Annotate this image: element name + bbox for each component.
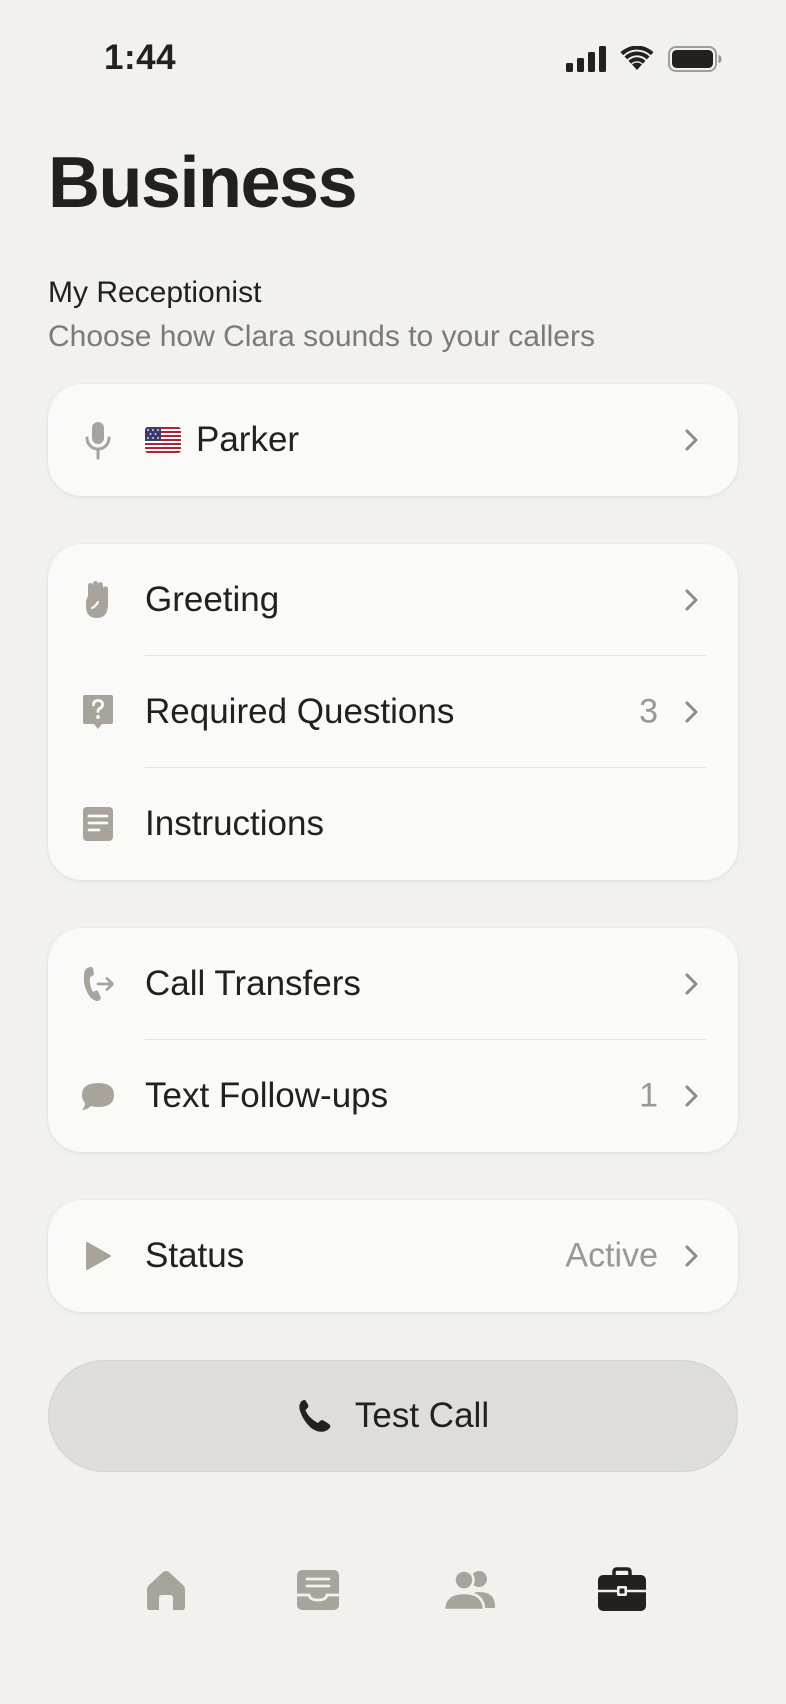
status-row[interactable]: Status Active: [48, 1200, 738, 1312]
document-icon: [78, 804, 118, 844]
voice-name: Parker: [196, 420, 300, 459]
test-call-label: Test Call: [354, 1396, 490, 1435]
tab-business[interactable]: [592, 1560, 652, 1620]
cellular-signal-icon: [566, 46, 606, 72]
greeting-label: Greeting: [145, 580, 280, 619]
call-transfers-label: Call Transfers: [145, 964, 361, 1003]
home-icon: [147, 1571, 185, 1610]
test-call-button[interactable]: Test Call: [48, 1360, 738, 1472]
greeting-row[interactable]: Greeting: [48, 544, 738, 656]
chevron-right-icon: [685, 973, 698, 995]
receptionist-section-subtitle: Choose how Clara sounds to your callers: [48, 320, 595, 353]
hand-wave-icon: [78, 580, 118, 620]
communications-card: Call Transfers Text Follow-ups 1: [48, 928, 738, 1152]
status-card: Status Active: [48, 1200, 738, 1312]
chevron-right-icon: [685, 429, 698, 451]
play-icon: [78, 1236, 118, 1276]
receptionist-section-title: My Receptionist: [48, 276, 262, 309]
status-time: 1:44: [104, 38, 177, 77]
chevron-right-icon: [685, 701, 698, 723]
call-transfer-icon: [78, 964, 118, 1004]
tab-bar: [0, 1560, 786, 1640]
text-followups-count: 1: [639, 1076, 658, 1115]
chevron-right-icon: [685, 1085, 698, 1107]
question-bubble-icon: [78, 692, 118, 732]
wifi-icon: [620, 46, 654, 70]
chat-bubble-icon: [78, 1076, 118, 1116]
inbox-icon: [297, 1570, 339, 1610]
chevron-right-icon: [685, 589, 698, 611]
battery-icon: [668, 46, 722, 72]
instructions-row[interactable]: Instructions: [48, 768, 738, 880]
status-label: Status: [145, 1236, 245, 1275]
page-title: Business: [48, 143, 358, 223]
voice-card: Parker: [48, 384, 738, 496]
tab-inbox[interactable]: [288, 1560, 348, 1620]
briefcase-icon: [598, 1567, 646, 1611]
call-transfers-row[interactable]: Call Transfers: [48, 928, 738, 1040]
required-questions-count: 3: [639, 692, 658, 731]
contacts-icon: [443, 1569, 495, 1612]
voice-row[interactable]: Parker: [48, 384, 738, 496]
text-followups-row[interactable]: Text Follow-ups 1: [48, 1040, 738, 1152]
status-icons: [566, 44, 722, 74]
microphone-icon: [78, 420, 118, 460]
chevron-right-icon: [685, 1245, 698, 1267]
required-questions-label: Required Questions: [145, 692, 455, 731]
text-followups-label: Text Follow-ups: [145, 1076, 389, 1115]
required-questions-row[interactable]: Required Questions 3: [48, 656, 738, 768]
tab-home[interactable]: [136, 1560, 196, 1620]
receptionist-settings-card: Greeting Required Questions 3 Instructio…: [48, 544, 738, 880]
status-bar: 1:44: [0, 0, 786, 120]
us-flag-icon: [145, 427, 181, 453]
phone-icon: [299, 1400, 331, 1432]
status-value: Active: [565, 1236, 658, 1275]
tab-contacts[interactable]: [440, 1560, 500, 1620]
instructions-label: Instructions: [145, 804, 324, 843]
